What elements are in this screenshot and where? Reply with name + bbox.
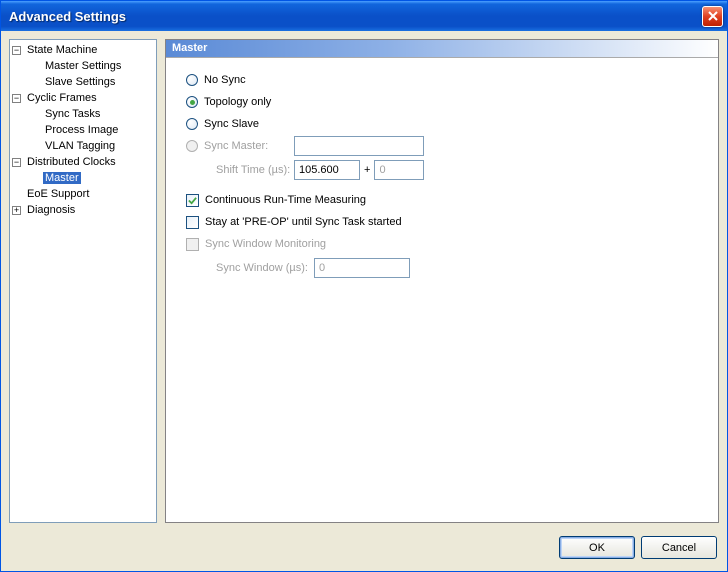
tree-panel[interactable]: − State Machine Master Settings Slave Se…	[9, 39, 157, 523]
main-panel: Master No Sync Topology only Sync Slave …	[165, 39, 719, 523]
radio-sync-master: Sync Master:	[186, 136, 698, 156]
tree-label: Process Image	[43, 124, 120, 136]
tree-label: Master	[43, 172, 81, 184]
checkbox-label: Sync Window Monitoring	[205, 238, 326, 250]
tree-label: Distributed Clocks	[25, 156, 118, 168]
window-title: Advanced Settings	[9, 9, 702, 24]
close-icon	[708, 11, 718, 21]
plus-label: +	[364, 164, 370, 176]
tree-vlan-tagging[interactable]: VLAN Tagging	[12, 138, 154, 154]
content-area: − State Machine Master Settings Slave Se…	[1, 31, 727, 531]
tree-state-machine[interactable]: − State Machine	[12, 42, 154, 58]
sync-master-input	[294, 136, 424, 156]
tree-distributed-clocks[interactable]: − Distributed Clocks	[12, 154, 154, 170]
checkbox-icon	[186, 238, 199, 251]
expand-icon[interactable]: +	[12, 206, 21, 215]
collapse-icon[interactable]: −	[12, 158, 21, 167]
tree-master[interactable]: Master	[12, 170, 154, 186]
tree-eoe-support[interactable]: EoE Support	[12, 186, 154, 202]
tree-label: Diagnosis	[25, 204, 77, 216]
tree-diagnosis[interactable]: + Diagnosis	[12, 202, 154, 218]
shift-time-label: Shift Time (µs):	[216, 164, 294, 176]
checkbox-sync-window-monitoring: Sync Window Monitoring	[186, 234, 698, 254]
checkbox-label: Continuous Run-Time Measuring	[205, 194, 366, 206]
radio-topology-only[interactable]: Topology only	[186, 92, 698, 112]
sync-window-input	[314, 258, 410, 278]
panel-body: No Sync Topology only Sync Slave Sync Ma…	[166, 58, 718, 292]
checkbox-stay-preop[interactable]: Stay at 'PRE-OP' until Sync Task started	[186, 212, 698, 232]
panel-header: Master	[166, 40, 718, 58]
radio-label: Sync Slave	[204, 118, 259, 130]
radio-icon	[186, 140, 198, 152]
sync-window-row: Sync Window (µs):	[216, 258, 698, 278]
checkbox-label: Stay at 'PRE-OP' until Sync Task started	[205, 216, 402, 228]
shift-offset-input	[374, 160, 424, 180]
cancel-button[interactable]: Cancel	[641, 536, 717, 559]
tree-label: VLAN Tagging	[43, 140, 117, 152]
radio-sync-slave[interactable]: Sync Slave	[186, 114, 698, 134]
shift-time-input[interactable]	[294, 160, 360, 180]
radio-no-sync[interactable]: No Sync	[186, 70, 698, 90]
checkbox-continuous-runtime[interactable]: Continuous Run-Time Measuring	[186, 190, 698, 210]
close-button[interactable]	[702, 6, 723, 27]
tree-sync-tasks[interactable]: Sync Tasks	[12, 106, 154, 122]
tree-label: Sync Tasks	[43, 108, 102, 120]
radio-icon	[186, 74, 198, 86]
shift-time-row: Shift Time (µs): +	[216, 160, 698, 180]
checkbox-icon	[186, 194, 199, 207]
tree-master-settings[interactable]: Master Settings	[12, 58, 154, 74]
radio-label: Topology only	[204, 96, 271, 108]
checkbox-icon	[186, 216, 199, 229]
radio-label: Sync Master:	[204, 140, 294, 152]
tree-cyclic-frames[interactable]: − Cyclic Frames	[12, 90, 154, 106]
tree-process-image[interactable]: Process Image	[12, 122, 154, 138]
ok-button[interactable]: OK	[559, 536, 635, 559]
tree-label: Slave Settings	[43, 76, 117, 88]
tree-slave-settings[interactable]: Slave Settings	[12, 74, 154, 90]
titlebar: Advanced Settings	[1, 1, 727, 31]
radio-icon	[186, 118, 198, 130]
collapse-icon[interactable]: −	[12, 46, 21, 55]
collapse-icon[interactable]: −	[12, 94, 21, 103]
tree-label: Master Settings	[43, 60, 123, 72]
radio-icon	[186, 96, 198, 108]
tree-label: Cyclic Frames	[25, 92, 99, 104]
button-bar: OK Cancel	[1, 531, 727, 565]
tree-label: EoE Support	[25, 188, 91, 200]
sync-window-label: Sync Window (µs):	[216, 262, 314, 274]
tree-label: State Machine	[25, 44, 99, 56]
radio-label: No Sync	[204, 74, 246, 86]
